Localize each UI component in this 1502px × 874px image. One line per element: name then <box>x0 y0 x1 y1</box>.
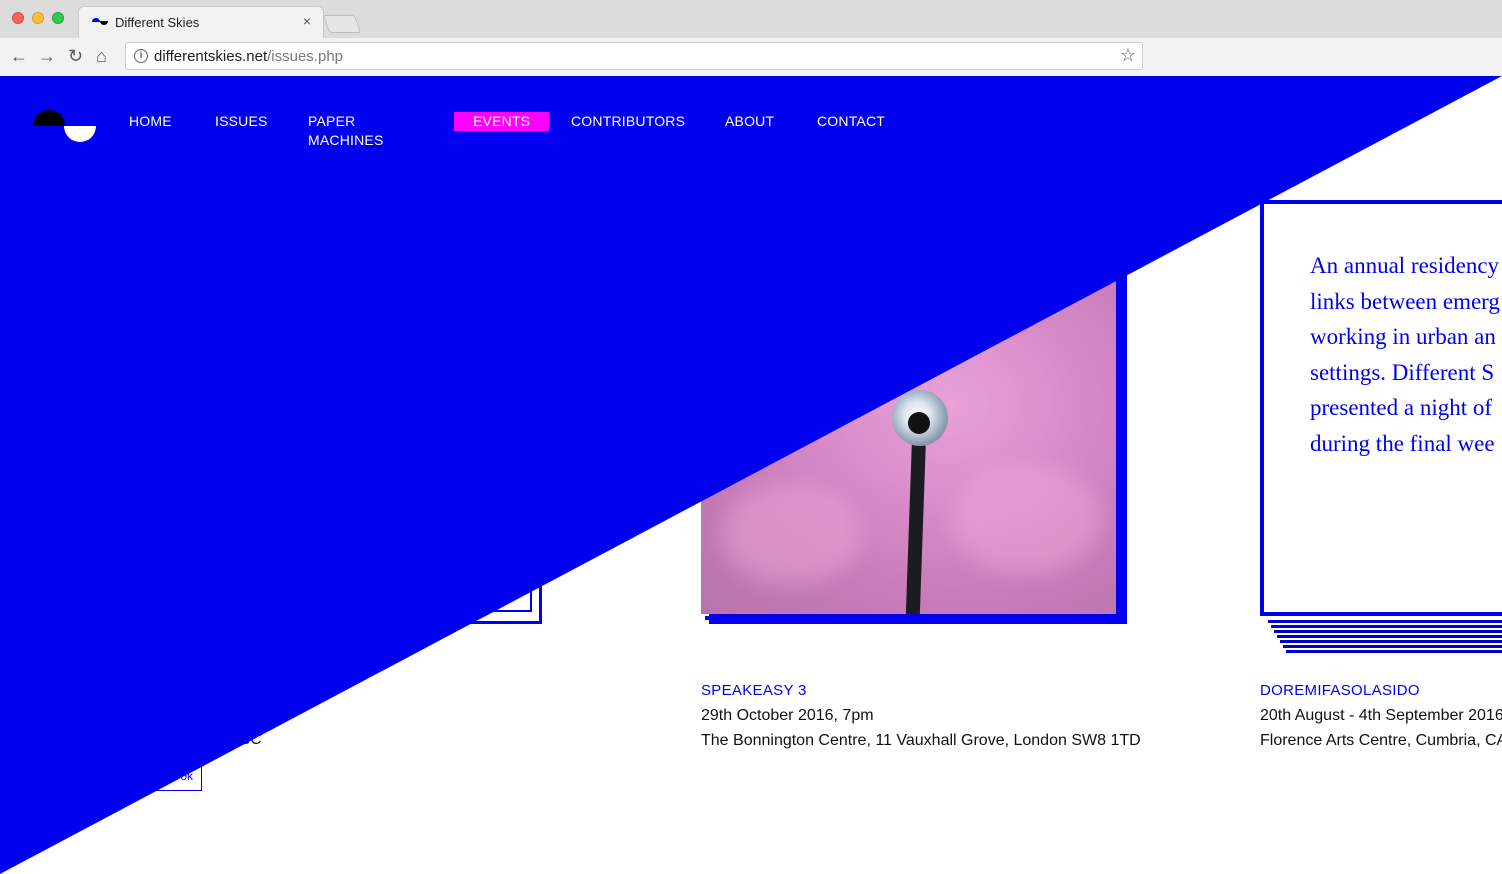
stack-line <box>1277 635 1502 638</box>
url-path: /issues.php <box>267 48 344 65</box>
nav-contact[interactable]: CONTACT <box>817 112 885 131</box>
nav-about[interactable]: ABOUT <box>725 112 774 131</box>
back-icon[interactable]: ← <box>10 45 28 67</box>
tab-close-icon[interactable]: × <box>303 13 311 29</box>
photo-cloud <box>741 324 901 414</box>
description-line: working in urban an <box>1310 324 1496 349</box>
maximize-window-button[interactable] <box>52 12 64 24</box>
photo-cloud <box>951 464 1101 574</box>
description-line: links between emerg <box>1310 288 1500 314</box>
nav-events[interactable]: EVENTS <box>454 112 550 131</box>
streetlamp-photo[interactable] <box>701 264 1116 614</box>
description-line: during the final wee <box>1310 430 1495 456</box>
url-host: differentskies.net <box>154 48 268 65</box>
url-text[interactable]: differentskies.net/issues.php <box>154 48 343 65</box>
description-line: An annual residency <box>1310 253 1500 278</box>
stack-line <box>1283 645 1502 648</box>
new-tab-button[interactable] <box>322 15 362 33</box>
page: entre, Vauxhall TBC ok SPEAKEASY 3 29th … <box>0 76 1502 874</box>
site-favicon-icon <box>92 18 108 25</box>
event-date: 29th October 2016, 7pm <box>701 707 874 724</box>
description-line: settings. Different S <box>1310 359 1495 385</box>
browser-tab[interactable]: Different Skies × <box>78 6 324 38</box>
browser-chrome: Different Skies × ← → ↻ ⌂ i differentski… <box>0 0 1502 76</box>
event-location: The Bonnington Centre, 11 Vauxhall Grove… <box>701 732 1141 749</box>
nav-contributors[interactable]: CONTRIBUTORS <box>571 112 685 131</box>
stack-line <box>1271 625 1502 628</box>
nav-home[interactable]: HOME <box>129 112 172 131</box>
stack-line <box>1280 640 1502 643</box>
address-bar[interactable]: i differentskies.net/issues.php ☆ <box>125 42 1143 70</box>
event-card-image[interactable] <box>298 552 532 612</box>
minimize-window-button[interactable] <box>32 12 44 24</box>
lamp-base <box>908 412 930 434</box>
event-date: 20th August - 4th September 2016 <box>1260 707 1502 724</box>
nav-issues[interactable]: ISSUES <box>215 112 268 131</box>
close-window-button[interactable] <box>12 12 24 24</box>
tab-strip: Different Skies × <box>0 0 1502 38</box>
stack-line <box>1268 620 1502 623</box>
reload-icon[interactable]: ↻ <box>68 45 83 67</box>
event-book-button[interactable]: ok <box>120 760 202 791</box>
info-icon[interactable]: i <box>134 49 148 63</box>
forward-icon[interactable]: → <box>38 45 56 67</box>
event-title[interactable]: SPEAKEASY 3 <box>701 682 807 699</box>
event-image-shadow-line <box>705 616 1123 620</box>
event-location: Florence Arts Centre, Cumbria, CA <box>1260 732 1502 749</box>
site-logo-icon[interactable] <box>33 109 97 143</box>
event-title[interactable]: DOREMIFASOLASIDO <box>1260 682 1420 699</box>
photo-cloud <box>721 484 861 584</box>
text-card-stack <box>1268 620 1502 656</box>
bookmark-star-icon[interactable]: ☆ <box>1120 45 1136 66</box>
home-icon[interactable]: ⌂ <box>96 45 107 67</box>
nav-paper-machines[interactable]: PAPER MACHINES <box>308 112 384 148</box>
lamp-pole <box>905 424 927 614</box>
stack-line <box>1274 630 1502 633</box>
description-line: presented a night of <box>1310 395 1493 420</box>
tab-title: Different Skies <box>115 15 200 30</box>
event-location: entre, Vauxhall TBC <box>120 731 262 748</box>
stack-line <box>1286 650 1502 653</box>
event-description: An annual residency links between emerg … <box>1310 248 1502 461</box>
